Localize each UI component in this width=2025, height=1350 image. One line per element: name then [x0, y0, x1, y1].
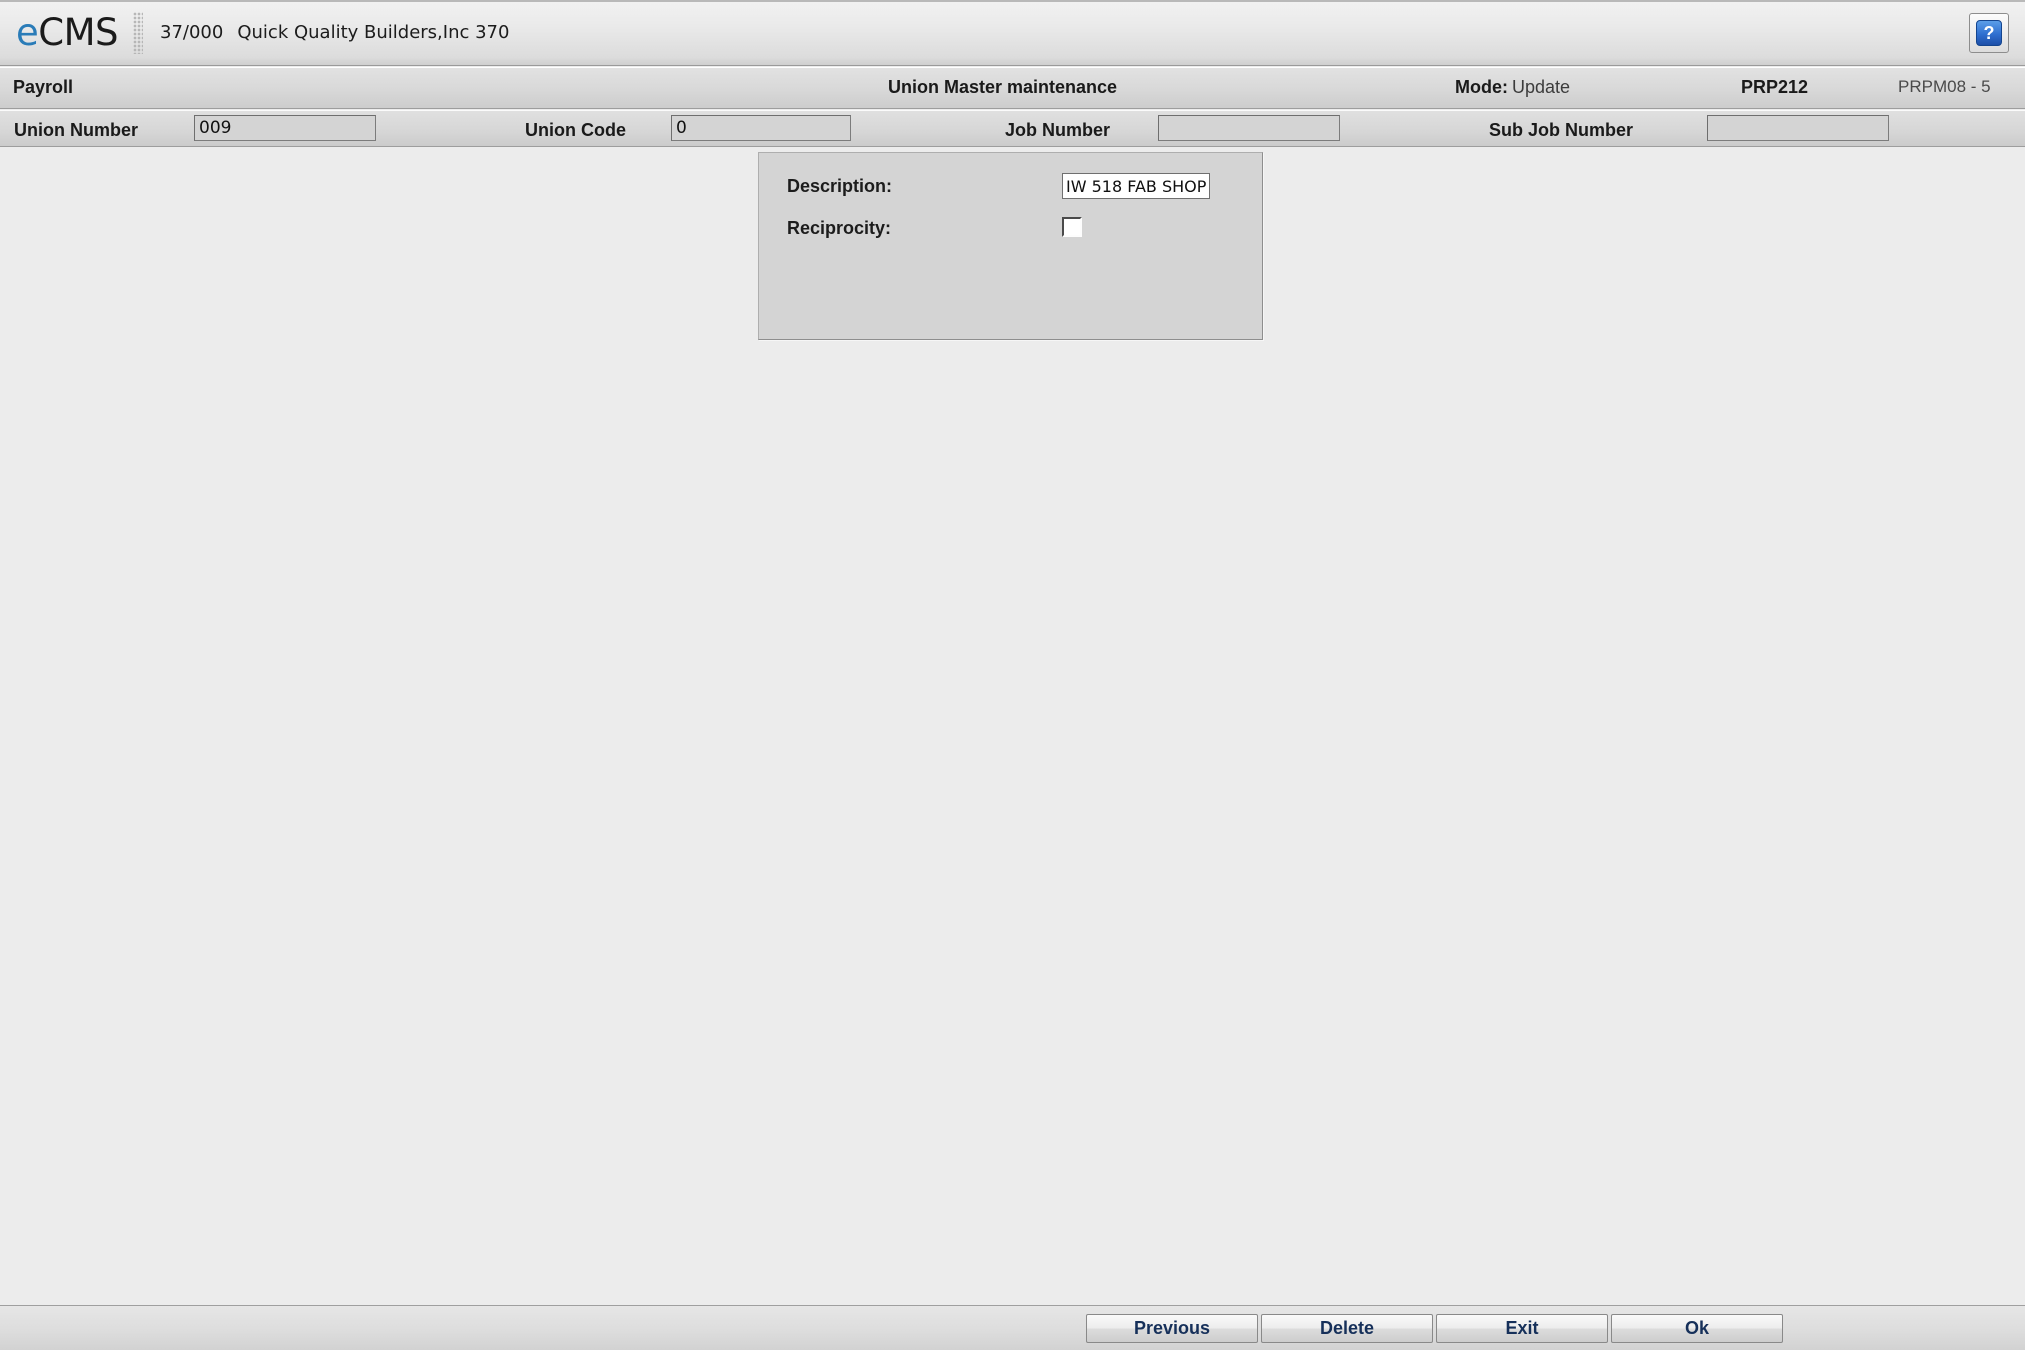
previous-button[interactable]: Previous — [1086, 1314, 1258, 1343]
key-field-bar: Union Number Union Code Job Number Sub J… — [0, 110, 2025, 147]
question-mark-icon: ? — [1976, 20, 2002, 46]
screen-id: PRPM08 - 5 — [1898, 77, 1991, 96]
logo-letters-cms: CMS — [38, 11, 119, 54]
company-context: 37/000 Quick Quality Builders,Inc 370 — [160, 22, 509, 43]
union-number-input[interactable] — [194, 115, 376, 141]
union-number-label: Union Number — [14, 120, 138, 140]
job-number-label: Job Number — [1005, 120, 1111, 140]
program-id: PRP212 — [1741, 77, 1809, 97]
module-title-bar: Payroll Union Master maintenance Mode: Up… — [0, 67, 2025, 109]
delete-button[interactable]: Delete — [1261, 1314, 1433, 1343]
drag-grip-icon — [133, 11, 144, 54]
union-code-input[interactable] — [671, 115, 851, 141]
reciprocity-label: Reciprocity: — [787, 218, 892, 238]
ok-button[interactable]: Ok — [1611, 1314, 1783, 1343]
action-button-bar: Previous Delete Exit Ok — [0, 1305, 2025, 1350]
reciprocity-checkbox[interactable] — [1062, 217, 1082, 237]
mode-value: Update — [1512, 77, 1571, 97]
job-number-input[interactable] — [1158, 115, 1340, 141]
description-label: Description: — [787, 176, 893, 196]
union-code-label: Union Code — [525, 120, 626, 140]
module-name: Payroll — [13, 77, 74, 97]
sub-job-number-input[interactable] — [1707, 115, 1889, 141]
company-number: 37/000 — [160, 22, 224, 43]
company-name: Quick Quality Builders,Inc 370 — [237, 22, 510, 43]
mode-indicator: Mode: Update — [1455, 77, 1570, 98]
logo-letter-e: e — [16, 11, 39, 54]
union-detail-panel: Description: Reciprocity: — [758, 152, 1263, 340]
application-header-bar: eCMS 37/000 Quick Quality Builders,Inc 37… — [0, 0, 2025, 66]
sub-job-number-label: Sub Job Number — [1489, 120, 1634, 140]
ecms-logo: eCMS — [16, 11, 119, 54]
exit-button[interactable]: Exit — [1436, 1314, 1608, 1343]
help-button[interactable]: ? — [1969, 13, 2009, 53]
description-input[interactable] — [1062, 173, 1210, 199]
description-row: Description: — [759, 173, 1262, 203]
reciprocity-row: Reciprocity: — [759, 215, 1262, 245]
mode-label: Mode: — [1455, 77, 1508, 97]
page-title: Union Master maintenance — [888, 77, 1118, 97]
